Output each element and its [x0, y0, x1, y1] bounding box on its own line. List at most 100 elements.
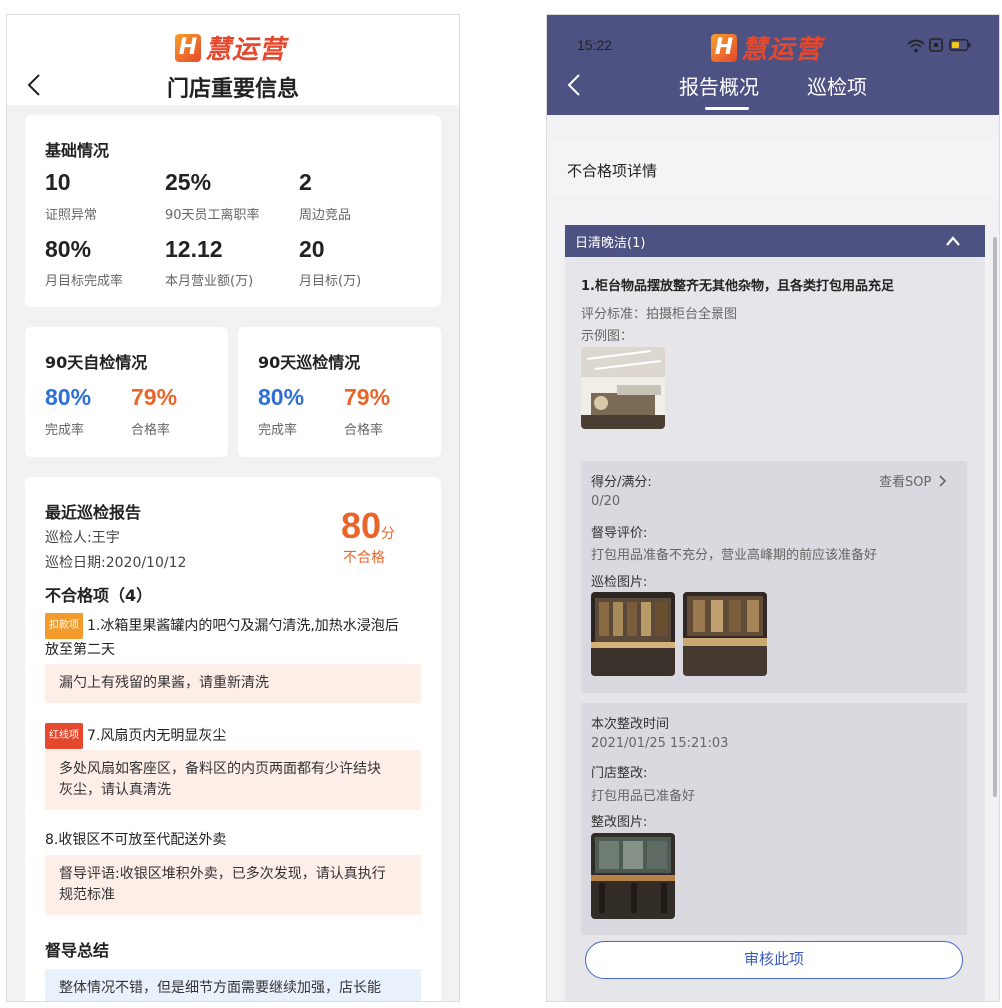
patrol-check-pass-label: 合格率 [344, 423, 384, 438]
right-header: 15:22 H 慧运营 报告概况 巡检项 [547, 15, 999, 115]
self-check-title: 90天自检情况 [45, 353, 148, 372]
fail-item-2-feedback-line1: 多处风扇如客座区，备料区的内页两面都有少许结块 [59, 761, 381, 777]
fail-item-detail: 日清晚洁(1) 1.柜台物品摆放整齐无其他杂物，且各类打包用品充足 评分标准：拍… [565, 225, 985, 1001]
fail-item-3-line1: 8.收银区不可放至代配送外卖 [45, 832, 227, 848]
rectification-panel: 本次整改时间 2021/01/25 15:21:03 门店整改: 打包用品已准备… [581, 703, 967, 935]
store-rect-text: 打包用品已准备好 [591, 789, 696, 804]
brand-logo: H 慧运营 [175, 29, 286, 66]
logo-letter: H [175, 33, 201, 62]
scrollbar[interactable] [993, 237, 997, 797]
summary-text: 整体情况不错，但是细节方面需要继续加强，店长能 [59, 980, 381, 996]
self-check-pass-label: 合格率 [131, 423, 171, 438]
fail-item-2-feedback: 多处风扇如客座区，备料区的内页两面都有少许结块 灰尘，请认真清洗 [45, 750, 421, 810]
accordion-title: 日清晚洁(1) [575, 236, 646, 251]
chevron-right-icon [939, 475, 947, 487]
score-value: 0/20 [591, 494, 621, 509]
stat-value-target: 20 [299, 236, 325, 262]
fail-item-3[interactable]: 8.收银区不可放至代配送外卖 [45, 829, 226, 851]
patrol-photo-1[interactable] [591, 592, 675, 676]
self-check-pass: 79% [131, 384, 178, 410]
deduction-tag: 扣款项 [45, 613, 83, 639]
self-check-card: 90天自检情况 80% 完成率 79% 合格率 [25, 327, 228, 457]
accordion-header[interactable]: 日清晚洁(1) [565, 225, 985, 257]
example-photo[interactable] [581, 347, 665, 429]
score-unit: 分 [381, 526, 396, 542]
stat-label-competitors: 周边竞品 [299, 208, 352, 223]
patrol-check-pass: 79% [344, 384, 391, 410]
example-label: 示例图： [581, 329, 634, 344]
fail-items-title: 不合格项（4） [45, 586, 153, 605]
stat-label-target-rate: 月目标完成率 [45, 274, 124, 289]
stat-value-turnover: 25% [165, 169, 212, 195]
fail-item-1-line2: 放至第二天 [45, 642, 115, 658]
patrol-check-title: 90天巡检情况 [258, 353, 361, 372]
left-phone-screen: H 慧运营 门店重要信息 基础情况 10 证照异常 25% 90天员工离职率 2… [6, 14, 460, 1002]
report-date: 巡检日期:2020/10/12 [45, 555, 187, 571]
fail-item-3-feedback-line2: 规范标准 [59, 887, 115, 903]
fail-item-1[interactable]: 扣款项 1.冰箱里果酱罐内的吧勺及漏勺清洗,加热水浸泡后 放至第二天 [45, 613, 399, 661]
stat-label-target: 月目标(万) [299, 274, 362, 289]
eval-text: 打包用品准备不充分，营业高峰期的前应该准备好 [591, 548, 878, 563]
fail-item-2[interactable]: 红线项 7.风扇页内无明显灰尘 [45, 723, 226, 749]
rect-photos-label: 整改图片: [591, 815, 648, 830]
redline-tag: 红线项 [45, 723, 83, 749]
section-title: 不合格项详情 [567, 162, 658, 180]
store-rect-label: 门店整改: [591, 766, 648, 781]
score-panel: 得分/满分: 查看SOP 0/20 督导评价: 打包用品准备不充分，营业高峰期的… [581, 461, 967, 693]
wifi-icon [907, 39, 925, 53]
self-check-completion-label: 完成率 [45, 423, 85, 438]
view-sop-link[interactable]: 查看SOP [879, 471, 947, 490]
score-label: 得分/满分: [591, 475, 652, 490]
summary-box: 整体情况不错，但是细节方面需要继续加强，店长能 [45, 969, 421, 1001]
rect-photo-1[interactable] [591, 833, 675, 919]
fail-item-2-line1: 7.风扇页内无明显灰尘 [87, 728, 227, 744]
stat-value-license: 10 [45, 169, 71, 195]
back-chevron-icon[interactable] [565, 73, 585, 97]
status-time: 15:22 [577, 37, 613, 53]
report-title: 最近巡检报告 [45, 503, 142, 522]
patrol-check-completion-label: 完成率 [258, 423, 298, 438]
report-inspector: 巡检人:王宇 [45, 530, 120, 546]
right-phone-screen: 15:22 H 慧运营 报告概况 巡检项 不合格项详情 日清晚洁(1) 1.柜台… [546, 14, 1000, 1002]
self-check-completion: 80% [45, 384, 92, 410]
sim-icon [929, 38, 943, 52]
battery-icon [949, 39, 971, 51]
logo-letter: H [711, 33, 737, 62]
page-title: 门店重要信息 [166, 77, 299, 102]
audit-item-button[interactable]: 审核此项 [585, 941, 963, 979]
patrol-photos-label: 巡检图片: [591, 575, 648, 590]
fail-item-1-feedback-text: 漏勺上有残留的果酱，请重新清洗 [59, 675, 269, 691]
fail-item-2-feedback-line2: 灰尘，请认真清洗 [59, 782, 171, 798]
patrol-photo-2[interactable] [683, 592, 767, 676]
criteria-text: 评分标准：拍摄柜台全景图 [581, 307, 738, 322]
logo-text: 慧运营 [205, 35, 287, 65]
stat-value-revenue: 12.12 [165, 236, 223, 262]
rect-time: 2021/01/25 15:21:03 [591, 736, 729, 751]
stat-value-competitors: 2 [299, 169, 312, 195]
active-tab-indicator [705, 107, 749, 110]
stat-label-revenue: 本月营业额(万) [165, 274, 254, 289]
stat-label-turnover: 90天员工离职率 [165, 208, 260, 223]
tab-report-overview[interactable]: 报告概况 [679, 71, 759, 100]
basic-info-card: 基础情况 10 证照异常 25% 90天员工离职率 2 周边竞品 80% 月目标… [25, 115, 441, 307]
recent-report-card[interactable]: 最近巡检报告 巡检人:王宇 巡检日期:2020/10/12 80分 不合格 不合… [25, 477, 441, 1001]
fail-item-1-line1: 1.冰箱里果酱罐内的吧勺及漏勺清洗,加热水浸泡后 [87, 618, 399, 634]
rect-time-label: 本次整改时间 [591, 717, 670, 732]
score-value: 80 [341, 505, 382, 546]
chevron-up-icon[interactable] [945, 235, 961, 247]
stat-value-target-rate: 80% [45, 236, 92, 262]
fail-item-3-feedback: 督导评语:收银区堆积外卖，已多次发现，请认真执行 规范标准 [45, 855, 421, 915]
stat-label-license: 证照异常 [45, 208, 98, 223]
patrol-check-completion: 80% [258, 384, 305, 410]
tab-patrol-items[interactable]: 巡检项 [807, 71, 867, 100]
left-header: H 慧运营 门店重要信息 [7, 15, 459, 105]
patrol-check-card: 90天巡检情况 80% 完成率 79% 合格率 [238, 327, 441, 457]
check-item-title: 1.柜台物品摆放整齐无其他杂物，且各类打包用品充足 [581, 279, 894, 294]
basic-info-title: 基础情况 [45, 141, 110, 160]
report-score: 80分 [341, 505, 395, 547]
summary-title: 督导总结 [45, 941, 110, 960]
eval-label: 督导评价: [591, 526, 648, 541]
fail-item-3-feedback-line1: 督导评语:收银区堆积外卖，已多次发现，请认真执行 [59, 866, 386, 882]
view-sop-text: 查看SOP [879, 475, 932, 490]
logo-text: 慧运营 [741, 35, 823, 65]
